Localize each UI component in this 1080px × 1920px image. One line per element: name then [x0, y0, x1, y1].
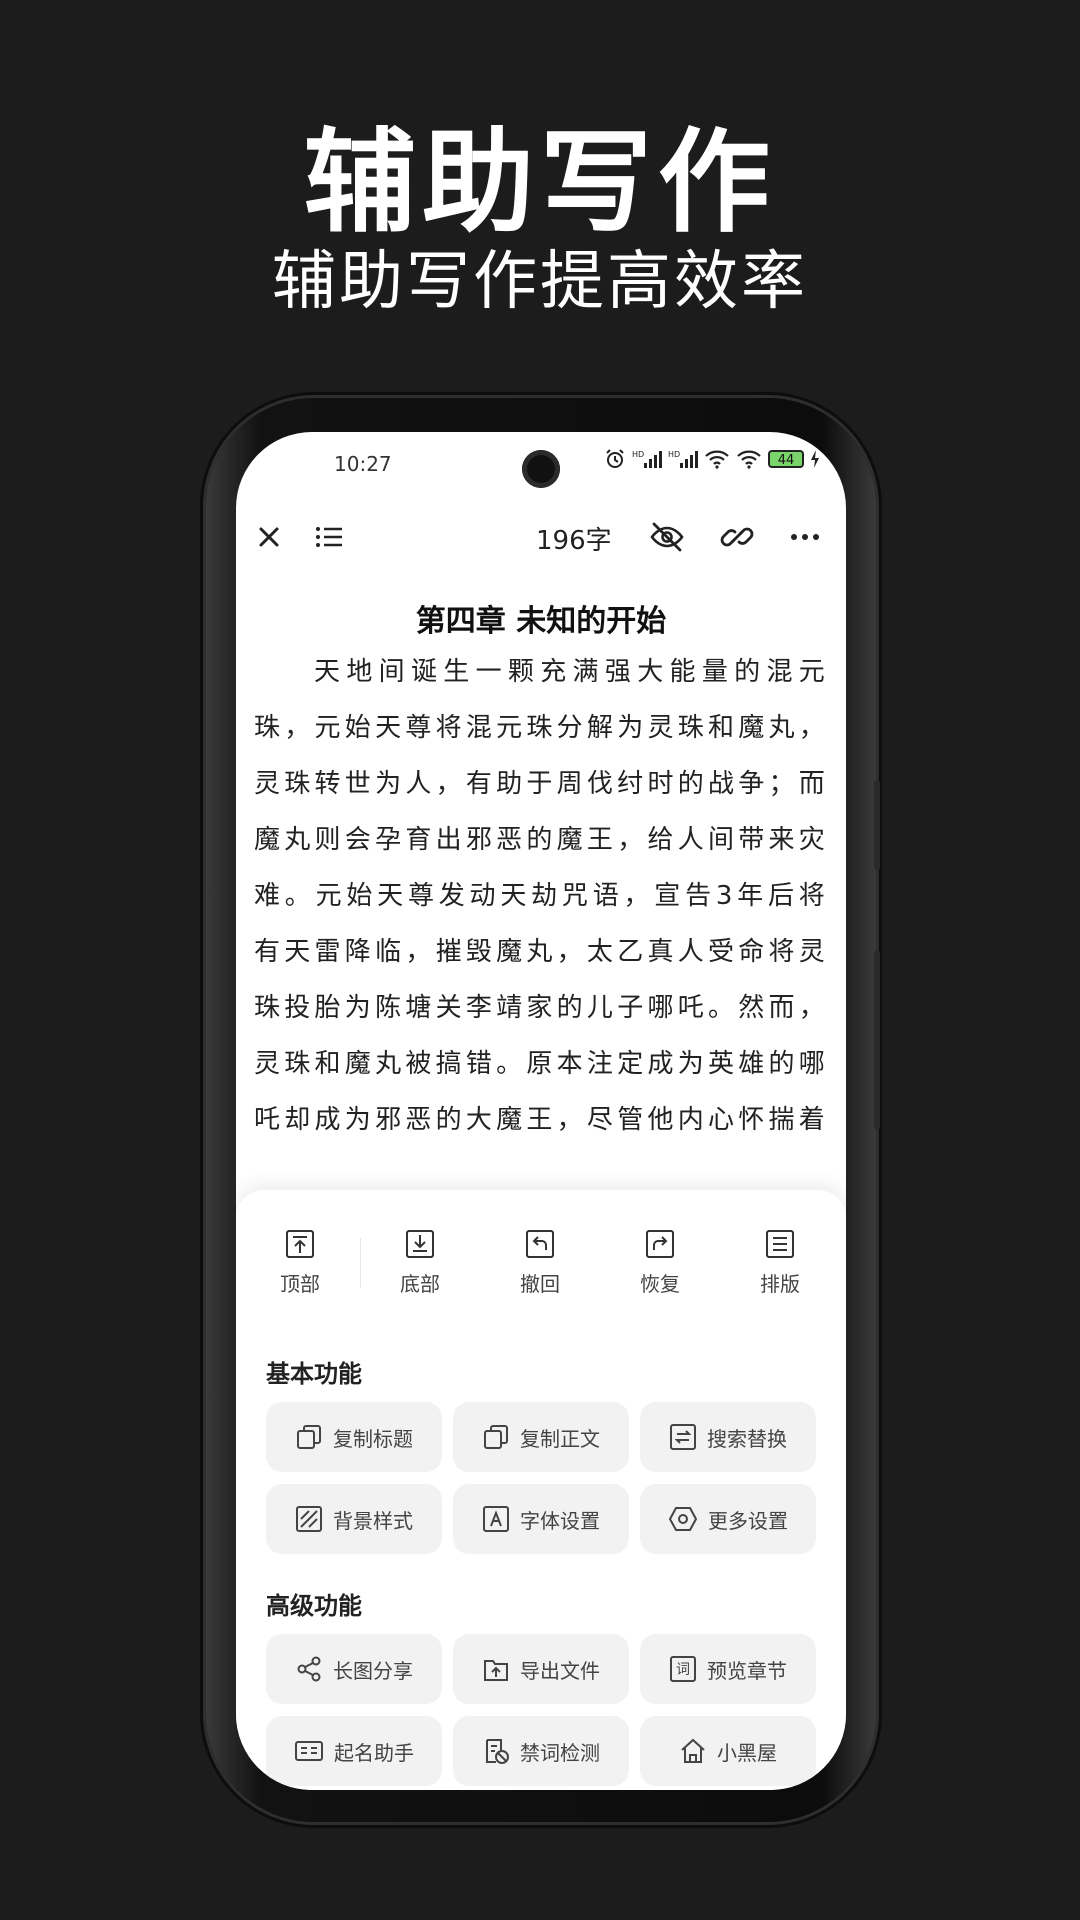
scroll-bottom-button[interactable]: 底部 — [370, 1228, 470, 1318]
copy-body-button[interactable]: 复制正文 — [453, 1402, 629, 1472]
status-time: 10:27 — [334, 452, 392, 476]
tools-sheet: 顶部 底部 撤回 恢复 排版 基本功能 复制标题 复制正文 搜索替换 背景样式 … — [236, 1190, 846, 1790]
editor-toolbar: 196字 — [236, 502, 846, 572]
quick-action-label: 撤回 — [520, 1272, 560, 1296]
chip-label: 禁词检测 — [520, 1740, 600, 1765]
copy-icon — [297, 1425, 321, 1449]
chip-label: 搜索替换 — [707, 1426, 787, 1451]
signal-icon: HD — [632, 450, 662, 468]
quick-action-label: 底部 — [400, 1272, 440, 1296]
chip-label: 导出文件 — [520, 1658, 600, 1683]
more-settings-button[interactable]: 更多设置 — [640, 1484, 816, 1554]
export-icon — [484, 1660, 508, 1681]
share-icon — [297, 1656, 321, 1682]
undo-icon — [526, 1230, 554, 1258]
promo-subtitle: 辅助写作提高效率 — [272, 245, 808, 319]
copy-icon — [484, 1425, 508, 1449]
battery-indicator: 44 — [768, 450, 804, 468]
preview-chapter-button[interactable]: 词 预览章节 — [640, 1634, 816, 1704]
charging-icon — [811, 450, 819, 468]
advanced-section-title: 高级功能 — [266, 1592, 362, 1620]
undo-button[interactable]: 撤回 — [490, 1228, 590, 1318]
eye-off-icon[interactable] — [648, 518, 686, 556]
name-card-icon — [295, 1741, 323, 1761]
search-replace-button[interactable]: 搜索替换 — [640, 1402, 816, 1472]
chip-label: 更多设置 — [708, 1508, 788, 1533]
front-camera — [522, 450, 560, 488]
chip-label: 长图分享 — [333, 1658, 413, 1683]
signal-badge: HD — [668, 450, 680, 459]
redo-icon — [646, 1230, 674, 1258]
divider — [360, 1238, 361, 1288]
quick-action-label: 排版 — [760, 1272, 800, 1296]
focus-room-button[interactable]: 小黑屋 — [640, 1716, 816, 1786]
font-icon — [483, 1506, 509, 1532]
phone-side-button — [874, 780, 880, 870]
chip-label: 复制正文 — [520, 1426, 600, 1451]
chip-label: 预览章节 — [707, 1658, 787, 1683]
long-image-share-button[interactable]: 长图分享 — [266, 1634, 442, 1704]
banned-word-check-button[interactable]: 禁词检测 — [453, 1716, 629, 1786]
scroll-bottom-icon — [406, 1230, 434, 1258]
status-icons: HD HD 44 — [604, 448, 820, 470]
redo-button[interactable]: 恢复 — [610, 1228, 710, 1318]
quick-actions: 顶部 底部 撤回 恢复 排版 — [236, 1228, 846, 1318]
word-count: 196字 — [536, 526, 612, 556]
font-settings-button[interactable]: 字体设置 — [453, 1484, 629, 1554]
background-style-button[interactable]: 背景样式 — [266, 1484, 442, 1554]
chip-label: 复制标题 — [333, 1426, 413, 1451]
close-icon[interactable] — [250, 518, 288, 556]
chip-label: 小黑屋 — [717, 1740, 777, 1765]
quick-action-label: 顶部 — [280, 1272, 320, 1296]
replace-icon — [670, 1424, 696, 1450]
signal-badge: HD — [632, 450, 644, 459]
format-button[interactable]: 排版 — [730, 1228, 830, 1318]
copy-title-button[interactable]: 复制标题 — [266, 1402, 442, 1472]
link-icon[interactable] — [718, 518, 756, 556]
export-file-button[interactable]: 导出文件 — [453, 1634, 629, 1704]
chapter-title: 第四章 未知的开始 — [415, 604, 667, 639]
signal-icon: HD — [668, 450, 698, 468]
chip-label: 背景样式 — [333, 1508, 413, 1533]
phone-screen: 10:27 HD HD 44 196字 第四章 未知的开始 天地间诞生一颗充满强… — [236, 432, 846, 1790]
more-icon[interactable] — [786, 518, 824, 556]
format-icon — [766, 1230, 794, 1258]
preview-icon: 词 — [670, 1656, 696, 1682]
promo-title: 辅助写作 — [304, 118, 776, 248]
banned-word-icon — [486, 1739, 509, 1764]
wifi-icon — [705, 450, 729, 469]
chip-label: 字体设置 — [520, 1508, 600, 1533]
scroll-top-icon — [286, 1230, 314, 1258]
phone-side-button — [874, 950, 880, 1130]
basic-section-title: 基本功能 — [266, 1360, 362, 1388]
quick-action-label: 恢复 — [640, 1272, 680, 1296]
scroll-top-button[interactable]: 顶部 — [250, 1228, 350, 1318]
chip-label: 起名助手 — [334, 1740, 414, 1765]
list-icon[interactable] — [310, 518, 348, 556]
wifi-icon — [737, 450, 761, 469]
naming-assistant-button[interactable]: 起名助手 — [266, 1716, 442, 1786]
background-icon — [296, 1506, 322, 1532]
alarm-icon — [606, 449, 624, 468]
chapter-body[interactable]: 天地间诞生一颗充满强大能量的混元珠，元始天尊将混元珠分解为灵珠和魔丸，灵珠转世为… — [254, 644, 828, 1156]
settings-icon — [668, 1507, 698, 1531]
house-icon — [681, 1738, 705, 1763]
svg-text:词: 词 — [676, 1662, 690, 1678]
